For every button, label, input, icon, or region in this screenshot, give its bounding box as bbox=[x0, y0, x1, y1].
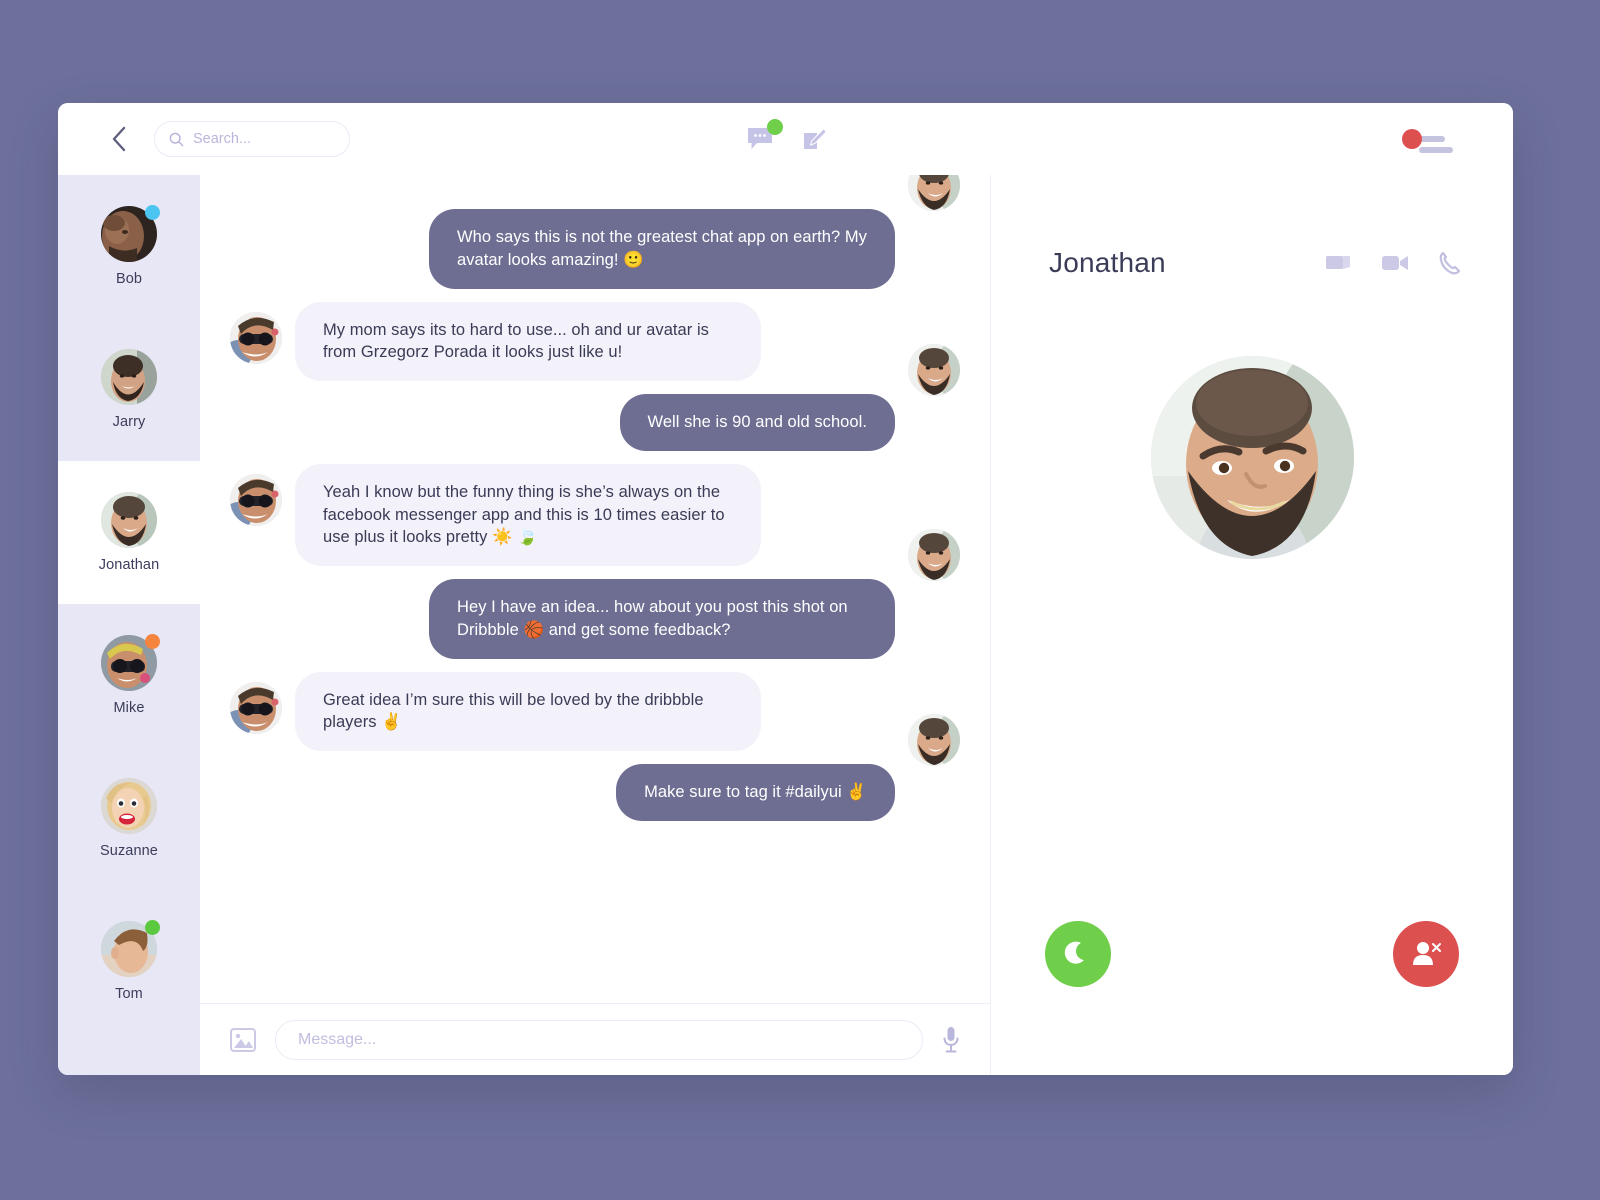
message-composer bbox=[200, 1003, 990, 1075]
account-avatar-dot bbox=[1402, 129, 1422, 149]
profile-name: Jonathan bbox=[1049, 247, 1166, 278]
sidebar-item-label: Suzanne bbox=[100, 843, 158, 859]
mute-button[interactable] bbox=[1045, 921, 1111, 987]
voice-record-button[interactable] bbox=[942, 1026, 960, 1054]
jonathan-avatar bbox=[908, 714, 960, 767]
message-input[interactable] bbox=[298, 1030, 900, 1049]
avatar-wrapper bbox=[101, 492, 157, 548]
video-camera-icon bbox=[1382, 256, 1408, 270]
sidebar-item-suzanne[interactable]: Suzanne bbox=[58, 747, 200, 890]
compose-edit-icon bbox=[803, 127, 826, 149]
message-row: Well she is 90 and old school. bbox=[230, 344, 960, 451]
search-input[interactable] bbox=[193, 131, 335, 147]
sidebar-item-bob[interactable]: Bob bbox=[58, 175, 200, 318]
avatar-wrapper bbox=[101, 920, 160, 977]
sidebar-item-label: Jonathan bbox=[98, 557, 160, 573]
message-list[interactable]: Who says this is not the greatest chat a… bbox=[200, 175, 990, 1003]
phone-icon bbox=[1439, 251, 1461, 275]
account-menu-button[interactable] bbox=[1402, 126, 1453, 153]
top-bar bbox=[58, 103, 1513, 175]
screen-share-button[interactable] bbox=[1325, 252, 1351, 274]
video-call-button[interactable] bbox=[1381, 253, 1409, 273]
sidebar-item-mike[interactable]: Mike bbox=[58, 604, 200, 747]
moon-icon bbox=[1064, 941, 1084, 964]
avatar-wrapper bbox=[101, 778, 157, 834]
jonathan-avatar bbox=[908, 344, 960, 397]
user-remove-icon bbox=[1413, 942, 1441, 965]
jarry-avatar bbox=[101, 349, 157, 405]
screen-share-icon bbox=[1326, 256, 1350, 269]
message-row: Great idea I’m sure this will be loved b… bbox=[230, 671, 960, 752]
profile-panel: Jonathan bbox=[991, 175, 1513, 1075]
profile-footer-buttons bbox=[991, 921, 1513, 987]
sidebar-item-label: Mike bbox=[113, 700, 145, 716]
sidebar-item-jonathan[interactable]: Jonathan bbox=[58, 461, 200, 604]
avatar-wrapper bbox=[101, 205, 160, 262]
contacts-sidebar[interactable]: Bob Jarry Jonathan Mike Suzanne Tom bbox=[58, 175, 200, 1075]
sidebar-item-jarry[interactable]: Jarry bbox=[58, 318, 200, 461]
glasses-man-avatar bbox=[230, 681, 282, 734]
messages-button[interactable] bbox=[746, 119, 783, 152]
avatar-wrapper bbox=[101, 634, 160, 691]
chat-app-window: Bob bbox=[58, 103, 1513, 1075]
message-bubble: Who says this is not the greatest chat a… bbox=[429, 209, 895, 289]
suzanne-avatar bbox=[101, 778, 157, 834]
jonathan-avatar bbox=[101, 492, 157, 548]
profile-header: Jonathan bbox=[991, 175, 1513, 279]
unread-badge bbox=[766, 119, 783, 135]
back-button[interactable] bbox=[106, 121, 132, 157]
profile-photo-wrapper bbox=[991, 356, 1513, 559]
message-row: Hey I have an idea... how about you post… bbox=[230, 529, 960, 659]
voice-call-button[interactable] bbox=[1439, 251, 1461, 275]
message-bubble: Yeah I know but the funny thing is she’s… bbox=[295, 463, 761, 567]
sidebar-item-label: Jarry bbox=[112, 414, 146, 430]
image-attach-button[interactable] bbox=[230, 1027, 256, 1052]
message-bubble: Make sure to tag it #dailyui ✌️ bbox=[616, 764, 895, 821]
glasses-man-avatar bbox=[230, 473, 282, 526]
chevron-left-icon bbox=[112, 126, 126, 152]
message-bubble: My mom says its to hard to use... oh and… bbox=[295, 301, 761, 382]
message-row: My mom says its to hard to use... oh and… bbox=[230, 301, 960, 382]
image-attach-icon bbox=[230, 1027, 256, 1052]
block-user-button[interactable] bbox=[1393, 921, 1459, 987]
message-row: Yeah I know but the funny thing is she’s… bbox=[230, 463, 960, 567]
avatar-wrapper bbox=[101, 349, 157, 405]
sidebar-item-tom[interactable]: Tom bbox=[58, 890, 200, 1033]
jonathan-avatar bbox=[908, 529, 960, 582]
app-body: Bob Jarry Jonathan Mike Suzanne Tom Who … bbox=[58, 175, 1513, 1075]
sidebar-item-label: Tom bbox=[115, 986, 143, 1002]
jonathan-large-photo bbox=[1150, 356, 1354, 559]
message-bubble: Great idea I’m sure this will be loved b… bbox=[295, 671, 761, 752]
message-input-wrapper[interactable] bbox=[275, 1019, 923, 1060]
status-dot-away bbox=[145, 634, 160, 649]
glasses-man-avatar bbox=[230, 311, 282, 364]
search-icon bbox=[169, 132, 184, 147]
status-dot-online bbox=[145, 920, 160, 935]
chat-column: Who says this is not the greatest chat a… bbox=[200, 175, 991, 1075]
message-row: Make sure to tag it #dailyui ✌️ bbox=[230, 714, 960, 821]
compose-button[interactable] bbox=[802, 127, 826, 151]
message-bubble: Hey I have an idea... how about you post… bbox=[429, 579, 895, 659]
search-box[interactable] bbox=[154, 121, 350, 157]
jonathan-avatar bbox=[908, 175, 960, 211]
sidebar-item-label: Bob bbox=[115, 271, 143, 287]
profile-action-buttons bbox=[1325, 251, 1461, 275]
microphone-icon bbox=[943, 1026, 959, 1052]
topbar-center-actions bbox=[746, 119, 826, 152]
status-dot-online bbox=[145, 205, 160, 220]
message-bubble: Well she is 90 and old school. bbox=[619, 394, 895, 451]
user-menu-icon bbox=[1419, 135, 1453, 153]
message-row: Who says this is not the greatest chat a… bbox=[230, 175, 960, 289]
